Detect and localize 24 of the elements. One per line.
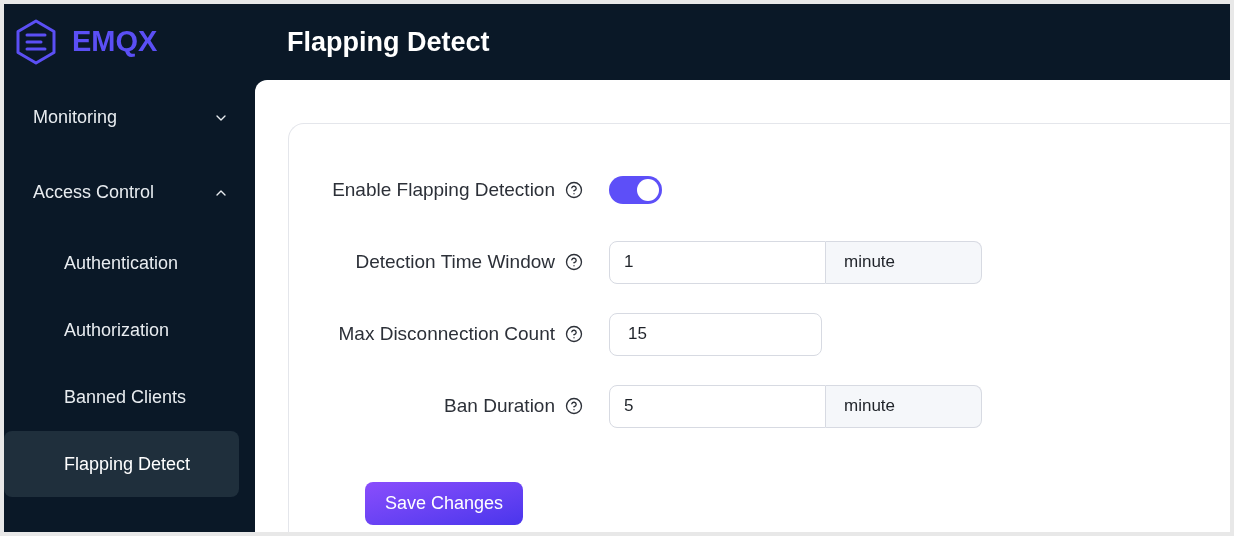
page-title: Flapping Detect <box>287 25 490 59</box>
toggle-switch[interactable] <box>609 176 662 204</box>
sidebar-item[interactable]: Flapping Detect <box>4 431 239 497</box>
field-label: Ban Duration <box>444 393 555 418</box>
help-icon[interactable] <box>565 325 583 343</box>
help-icon[interactable] <box>565 253 583 271</box>
sidebar-item[interactable]: Authentication <box>4 230 239 296</box>
sidebar-group[interactable]: Access Control <box>4 155 255 230</box>
number-field[interactable]: 15 <box>609 312 822 356</box>
number-field[interactable]: 5 <box>609 384 826 428</box>
field-label: Enable Flapping Detection <box>332 177 555 202</box>
unit-label: minute <box>826 384 982 428</box>
field-label: Max Disconnection Count <box>338 321 555 346</box>
sidebar-group[interactable]: Monitoring <box>4 80 255 155</box>
sidebar-item[interactable]: Banned Clients <box>4 364 239 430</box>
sidebar-item[interactable]: Authorization <box>4 297 239 363</box>
save-button[interactable]: Save Changes <box>365 482 524 525</box>
help-icon[interactable] <box>565 397 583 415</box>
hexagon-logo-icon <box>14 18 58 66</box>
number-field[interactable]: 1 <box>609 240 826 284</box>
brand-name: EMQX <box>72 24 158 60</box>
unit-label: minute <box>826 240 982 284</box>
field-label: Detection Time Window <box>355 249 555 274</box>
help-icon[interactable] <box>565 181 583 199</box>
